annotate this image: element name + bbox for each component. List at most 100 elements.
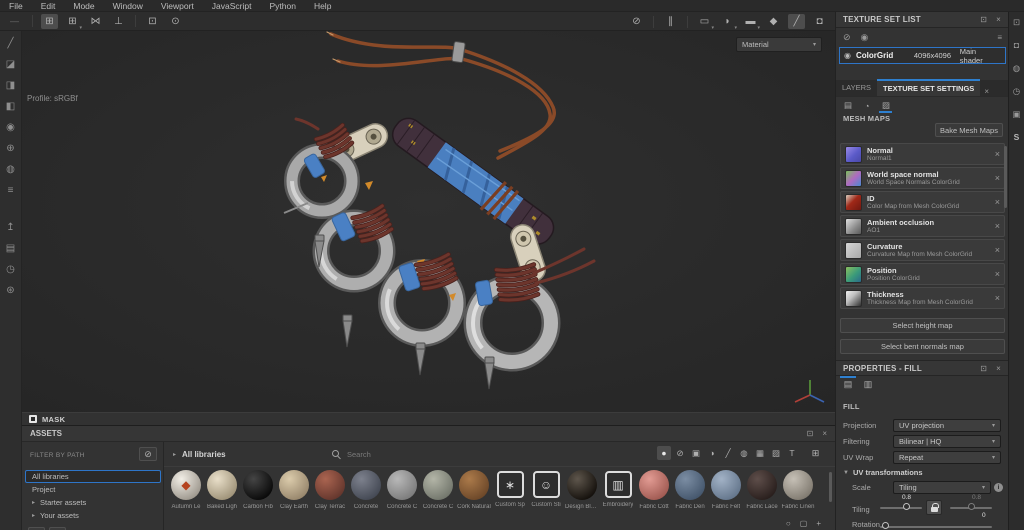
symmetry-icon[interactable]: ⋈: [87, 14, 104, 29]
projection-dropdown[interactable]: UV projection ▾: [893, 419, 1001, 432]
tiling-slider-y-knob[interactable]: [968, 503, 975, 510]
menu-mode[interactable]: Mode: [64, 0, 103, 12]
polygon-fill-tool-icon[interactable]: ◧: [3, 98, 19, 114]
material-picker-tool-icon[interactable]: ◍: [3, 161, 19, 177]
mesh-map-row[interactable]: Thickness Thickness Map from Mesh ColorGr…: [840, 287, 1005, 309]
folder-icon[interactable]: ▢: [800, 519, 808, 528]
toolbar-drag-handle[interactable]: —: [10, 16, 19, 26]
substance-icon[interactable]: S: [1011, 131, 1023, 143]
close-icon[interactable]: ×: [980, 87, 993, 96]
shading-mode-dropdown[interactable]: Material ▾: [736, 37, 822, 52]
mesh-map-row[interactable]: World space normal World Space Normals Co…: [840, 167, 1005, 189]
asset-item[interactable]: Cork Natural: [456, 470, 492, 510]
mesh-map-row[interactable]: Position Position ColorGrid ×: [840, 263, 1005, 285]
sphere-display-icon[interactable]: ○: [786, 519, 791, 528]
fill-tab-icon[interactable]: ▤: [840, 378, 856, 391]
menu-help[interactable]: Help: [305, 0, 340, 12]
settings-icon[interactable]: ⊛: [3, 282, 19, 298]
tree-item-your-assets[interactable]: ▸ Your assets: [25, 509, 161, 522]
float-panel-icon[interactable]: ⊡: [980, 15, 987, 24]
asset-item[interactable]: Fabric Felt: [708, 470, 744, 510]
tiling-slider-knob[interactable]: [903, 503, 910, 510]
uv-wrap-dropdown[interactable]: Repeat ▾: [893, 451, 1001, 464]
painting-mode-icon[interactable]: ⊞: [41, 13, 58, 29]
paint-tool-icon[interactable]: ╱: [3, 35, 19, 51]
menu-python[interactable]: Python: [260, 0, 304, 12]
grid-view-icon[interactable]: ⊞: [808, 446, 823, 460]
menu-file[interactable]: File: [0, 0, 32, 12]
clone-tool-icon[interactable]: ⊕: [3, 140, 19, 156]
asset-item[interactable]: Design Blunt: [564, 470, 600, 510]
asset-item[interactable]: ∗ Custom Sp: [492, 470, 528, 510]
filter-filters-icon[interactable]: ◑: [705, 446, 719, 460]
lock-icon[interactable]: [926, 500, 942, 515]
filter-particles-icon[interactable]: ◍: [737, 446, 751, 460]
show-all-icon[interactable]: ◉: [861, 32, 869, 43]
filter-smart-masks-icon[interactable]: ▣: [689, 446, 703, 460]
asset-item[interactable]: Concrete: [348, 470, 384, 510]
dock-panel-icon[interactable]: ⊡: [1011, 16, 1023, 28]
channels-icon[interactable]: ▤: [841, 100, 855, 112]
pencil-icon[interactable]: ╱: [788, 14, 805, 29]
tab-texture-set-settings[interactable]: TEXTURE SET SETTINGS: [877, 79, 981, 96]
filter-procedurals-icon[interactable]: ▦: [753, 446, 767, 460]
select-bent-normals-button[interactable]: Select bent normals map: [840, 339, 1005, 354]
eye-icon[interactable]: ◉: [844, 51, 851, 60]
hide-gizmos-icon[interactable]: ⊘: [628, 14, 645, 29]
shader-mode-icon[interactable]: ◗ ▾: [719, 14, 737, 31]
close-icon[interactable]: ×: [996, 364, 1001, 373]
mesh-map-row[interactable]: Curvature Curvature Map from Mesh ColorGr…: [840, 239, 1005, 261]
dock-assets-icon[interactable]: ◍: [1011, 62, 1023, 74]
chevron-right-icon[interactable]: ▸: [173, 451, 176, 458]
rotation-slider-knob[interactable]: [882, 522, 889, 529]
hide-filter-icon[interactable]: ⊘: [139, 447, 157, 461]
dock-display-icon[interactable]: ▣: [1011, 108, 1023, 120]
material-tab-icon[interactable]: ▥: [860, 378, 876, 391]
projection-tool-icon[interactable]: ◨: [3, 77, 19, 93]
camera-mode-icon[interactable]: ▬ ▾: [742, 14, 761, 31]
select-height-map-button[interactable]: Select height map: [840, 318, 1005, 333]
tab-layers[interactable]: LAYERS: [836, 79, 877, 96]
asset-item[interactable]: ◆ Autumn Le: [168, 470, 204, 510]
frame-view-icon[interactable]: ⊡: [144, 14, 161, 29]
rotation-slider[interactable]: [880, 522, 992, 529]
breadcrumb[interactable]: All libraries: [182, 450, 226, 459]
pause-engine-icon[interactable]: ∥: [662, 14, 679, 29]
asset-item[interactable]: Fabric Cott: [636, 470, 672, 510]
tree-item-starter-assets[interactable]: ▸ Starter assets: [25, 496, 161, 509]
assets-scrollbar[interactable]: [829, 472, 832, 502]
quick-mask-tool-icon[interactable]: ≡: [3, 182, 19, 198]
asset-item[interactable]: Baked Ligh: [204, 470, 240, 510]
texture-set-row[interactable]: ◉ ColorGrid 4096x4096 Main shader: [839, 47, 1006, 65]
asset-item[interactable]: Carbon Fib: [240, 470, 276, 510]
tiling-slider[interactable]: [880, 503, 922, 510]
viewport-3d[interactable]: Profile: sRGBf Material ▾: [22, 31, 835, 412]
camera-capture-icon[interactable]: ◘: [811, 14, 828, 29]
display-mode-icon[interactable]: ▭ ▾: [696, 14, 714, 31]
resources-icon[interactable]: ▤: [3, 240, 19, 256]
float-panel-icon[interactable]: ⊡: [807, 429, 814, 438]
mesh-map-row[interactable]: ID Color Map from Mesh ColorGrid ×: [840, 191, 1005, 213]
asset-item[interactable]: Concrete C: [384, 470, 420, 510]
hide-all-icon[interactable]: ⊘: [843, 32, 851, 43]
add-asset-icon[interactable]: +: [816, 519, 821, 528]
filter-environments-icon[interactable]: ▨: [769, 446, 783, 460]
filter-smart-materials-icon[interactable]: ⊘: [673, 446, 687, 460]
physical-brush-icon[interactable]: ◆: [765, 14, 782, 29]
pivot-icon[interactable]: ⊙: [167, 14, 184, 29]
dock-home-icon[interactable]: ◘: [1011, 39, 1023, 51]
scale-dropdown[interactable]: Tiling ▾: [893, 481, 991, 494]
remove-map-icon[interactable]: ×: [995, 269, 1000, 279]
menu-edit[interactable]: Edit: [32, 0, 65, 12]
fill-mode-icon[interactable]: ⊞ ▾: [64, 14, 82, 31]
filter-brushes-icon[interactable]: ╱: [721, 446, 735, 460]
close-icon[interactable]: ×: [996, 15, 1001, 24]
remove-map-icon[interactable]: ×: [995, 293, 1000, 303]
asset-item[interactable]: Fabric Lace: [744, 470, 780, 510]
history-icon[interactable]: ◷: [3, 261, 19, 277]
remove-map-icon[interactable]: ×: [995, 245, 1000, 255]
tiling-slider-y[interactable]: [950, 503, 992, 510]
filter-materials-icon[interactable]: ●: [657, 446, 671, 460]
info-icon[interactable]: i: [994, 483, 1003, 492]
tree-item-project[interactable]: Project: [25, 483, 161, 496]
